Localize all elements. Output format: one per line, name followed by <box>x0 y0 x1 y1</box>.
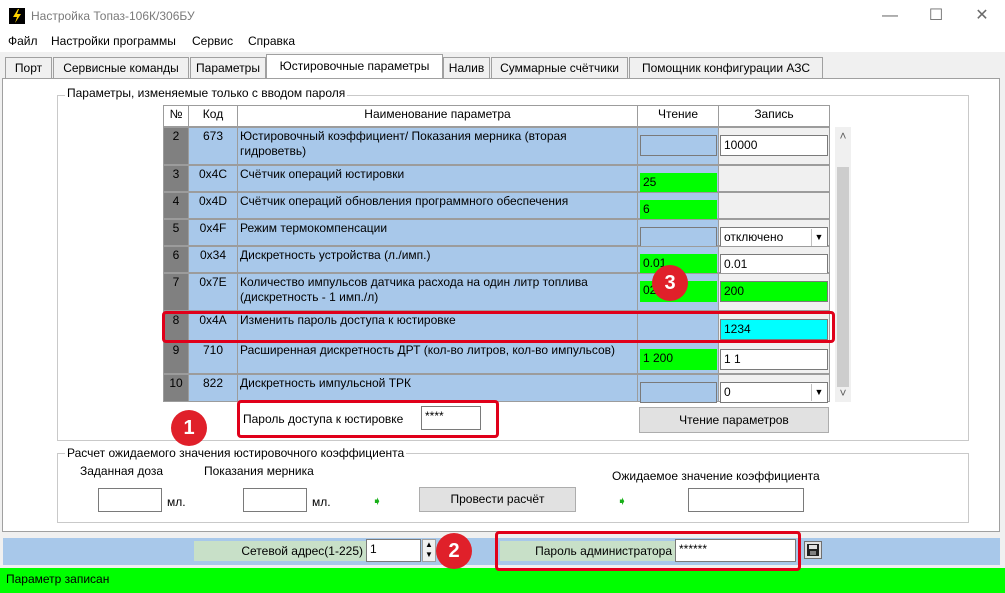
row-name: Юстировочный коэффициент/ Показания мерн… <box>237 127 638 165</box>
write-select[interactable]: отключено ▼ <box>720 227 828 248</box>
read-value: 1 200 <box>640 349 717 370</box>
tab-total-counters[interactable]: Суммарные счётчики <box>491 57 628 78</box>
write-value: 0 <box>724 385 731 399</box>
header-name: Наименование параметра <box>237 105 638 127</box>
lightning-app-icon <box>9 8 25 24</box>
close-button[interactable]: ✕ <box>959 0 1005 32</box>
header-num: № <box>163 105 189 127</box>
scroll-down-button[interactable]: ˅ <box>835 386 851 402</box>
minimize-button[interactable]: — <box>867 0 913 32</box>
tab-filling[interactable]: Налив <box>443 57 490 78</box>
header-read: Чтение <box>637 105 719 127</box>
row-name: Дискретность импульсной ТРК <box>237 374 638 402</box>
row-code: 0x4F <box>188 219 238 246</box>
window-title: Настройка Топаз-106К/306БУ <box>31 9 195 23</box>
save-icon[interactable] <box>804 541 822 559</box>
row-num: 5 <box>163 219 189 246</box>
row-code: 673 <box>188 127 238 165</box>
expected-coefficient-field <box>688 488 804 512</box>
chevron-down-icon[interactable]: ▼ <box>811 229 826 246</box>
scroll-up-button[interactable]: ˄ <box>835 129 851 145</box>
row-name: Режим термокомпенсации <box>237 219 638 246</box>
calc-group-title: Расчет ожидаемого значения юстировочного… <box>65 446 407 460</box>
row-num: 2 <box>163 127 189 165</box>
network-address-spinner[interactable]: ▲ ▼ <box>422 539 436 562</box>
tab-adjustment-parameters[interactable]: Юстировочные параметры <box>266 54 443 78</box>
write-select[interactable]: 0 ▼ <box>720 382 828 403</box>
read-value <box>640 382 717 403</box>
calculate-button[interactable]: Провести расчёт <box>419 487 576 512</box>
header-write: Запись <box>718 105 830 127</box>
row-name: Расширенная дискретность ДРТ (кол-во лит… <box>237 341 638 374</box>
row-write-cell <box>718 192 830 219</box>
menu-program-settings[interactable]: Настройки программы <box>51 34 176 48</box>
meter-reading-label: Показания мерника <box>204 464 314 478</box>
row-num: 10 <box>163 374 189 402</box>
meter-unit: мл. <box>312 495 331 509</box>
tab-parameters[interactable]: Параметры <box>190 57 266 78</box>
annotation-badge-1: 1 <box>171 410 207 446</box>
header-code: Код <box>188 105 238 127</box>
params-group-title: Параметры, изменяемые только с вводом па… <box>65 86 348 100</box>
chevron-down-icon[interactable]: ▼ <box>811 384 826 401</box>
row-code: 710 <box>188 341 238 374</box>
annotation-badge-2: 2 <box>436 533 472 569</box>
arrow-right-icon: ➧ <box>372 494 383 508</box>
status-text: Параметр записан <box>6 572 110 586</box>
annotation-box-row8 <box>162 311 835 343</box>
menu-help[interactable]: Справка <box>248 34 295 48</box>
read-parameters-button[interactable]: Чтение параметров <box>639 407 829 433</box>
expected-coefficient-label: Ожидаемое значение коэффициента <box>612 469 820 483</box>
row-num: 7 <box>163 273 189 311</box>
annotation-box-2 <box>495 531 801 571</box>
write-value: 1 1 <box>724 352 741 366</box>
tab-port[interactable]: Порт <box>5 57 52 78</box>
write-value: 0.01 <box>724 257 748 271</box>
read-value <box>640 135 717 156</box>
row-code: 0x4C <box>188 165 238 192</box>
scroll-thumb[interactable] <box>837 167 849 387</box>
annotation-badge-3: 3 <box>652 265 688 301</box>
write-value: 200 <box>724 284 745 298</box>
row-num: 9 <box>163 341 189 374</box>
row-write-cell <box>718 165 830 192</box>
row-num: 4 <box>163 192 189 219</box>
dose-label: Заданная доза <box>80 464 164 478</box>
row-name: Счётчик операций обновления программного… <box>237 192 638 219</box>
row-code: 822 <box>188 374 238 402</box>
network-address-input[interactable]: 1 <box>366 539 421 562</box>
write-input[interactable]: 0.01 <box>720 254 828 275</box>
tab-config-assistant[interactable]: Помощник конфигурации АЗС <box>629 57 823 78</box>
dose-input[interactable] <box>98 488 162 512</box>
read-value: 25 <box>640 173 717 194</box>
maximize-button[interactable]: ☐ <box>913 0 959 32</box>
read-value: 6 <box>640 200 717 221</box>
row-name: Дискретность устройства (л./имп.) <box>237 246 638 273</box>
write-value: 10000 <box>724 138 758 152</box>
row-code: 0x34 <box>188 246 238 273</box>
menu-service[interactable]: Сервис <box>192 34 233 48</box>
status-bar <box>0 568 1005 593</box>
row-num: 6 <box>163 246 189 273</box>
row-num: 3 <box>163 165 189 192</box>
read-value <box>640 227 717 248</box>
write-input[interactable]: 200 <box>720 281 828 302</box>
row-name: Количество импульсов датчика расхода на … <box>237 273 638 311</box>
meter-reading-input[interactable] <box>243 488 307 512</box>
row-code: 0x7E <box>188 273 238 311</box>
write-value: отключено <box>724 230 784 244</box>
dose-unit: мл. <box>167 495 186 509</box>
row-name: Счётчик операций юстировки <box>237 165 638 192</box>
row-code: 0x4D <box>188 192 238 219</box>
menu-file[interactable]: Файл <box>8 34 38 48</box>
network-address-label: Сетевой адрес(1-225) <box>194 541 366 561</box>
tab-service-commands[interactable]: Сервисные команды <box>53 57 189 78</box>
arrow-right-icon-2: ➧ <box>617 494 628 508</box>
write-input[interactable]: 1 1 <box>720 349 828 370</box>
annotation-box-1 <box>237 400 499 438</box>
write-input[interactable]: 10000 <box>720 135 828 156</box>
